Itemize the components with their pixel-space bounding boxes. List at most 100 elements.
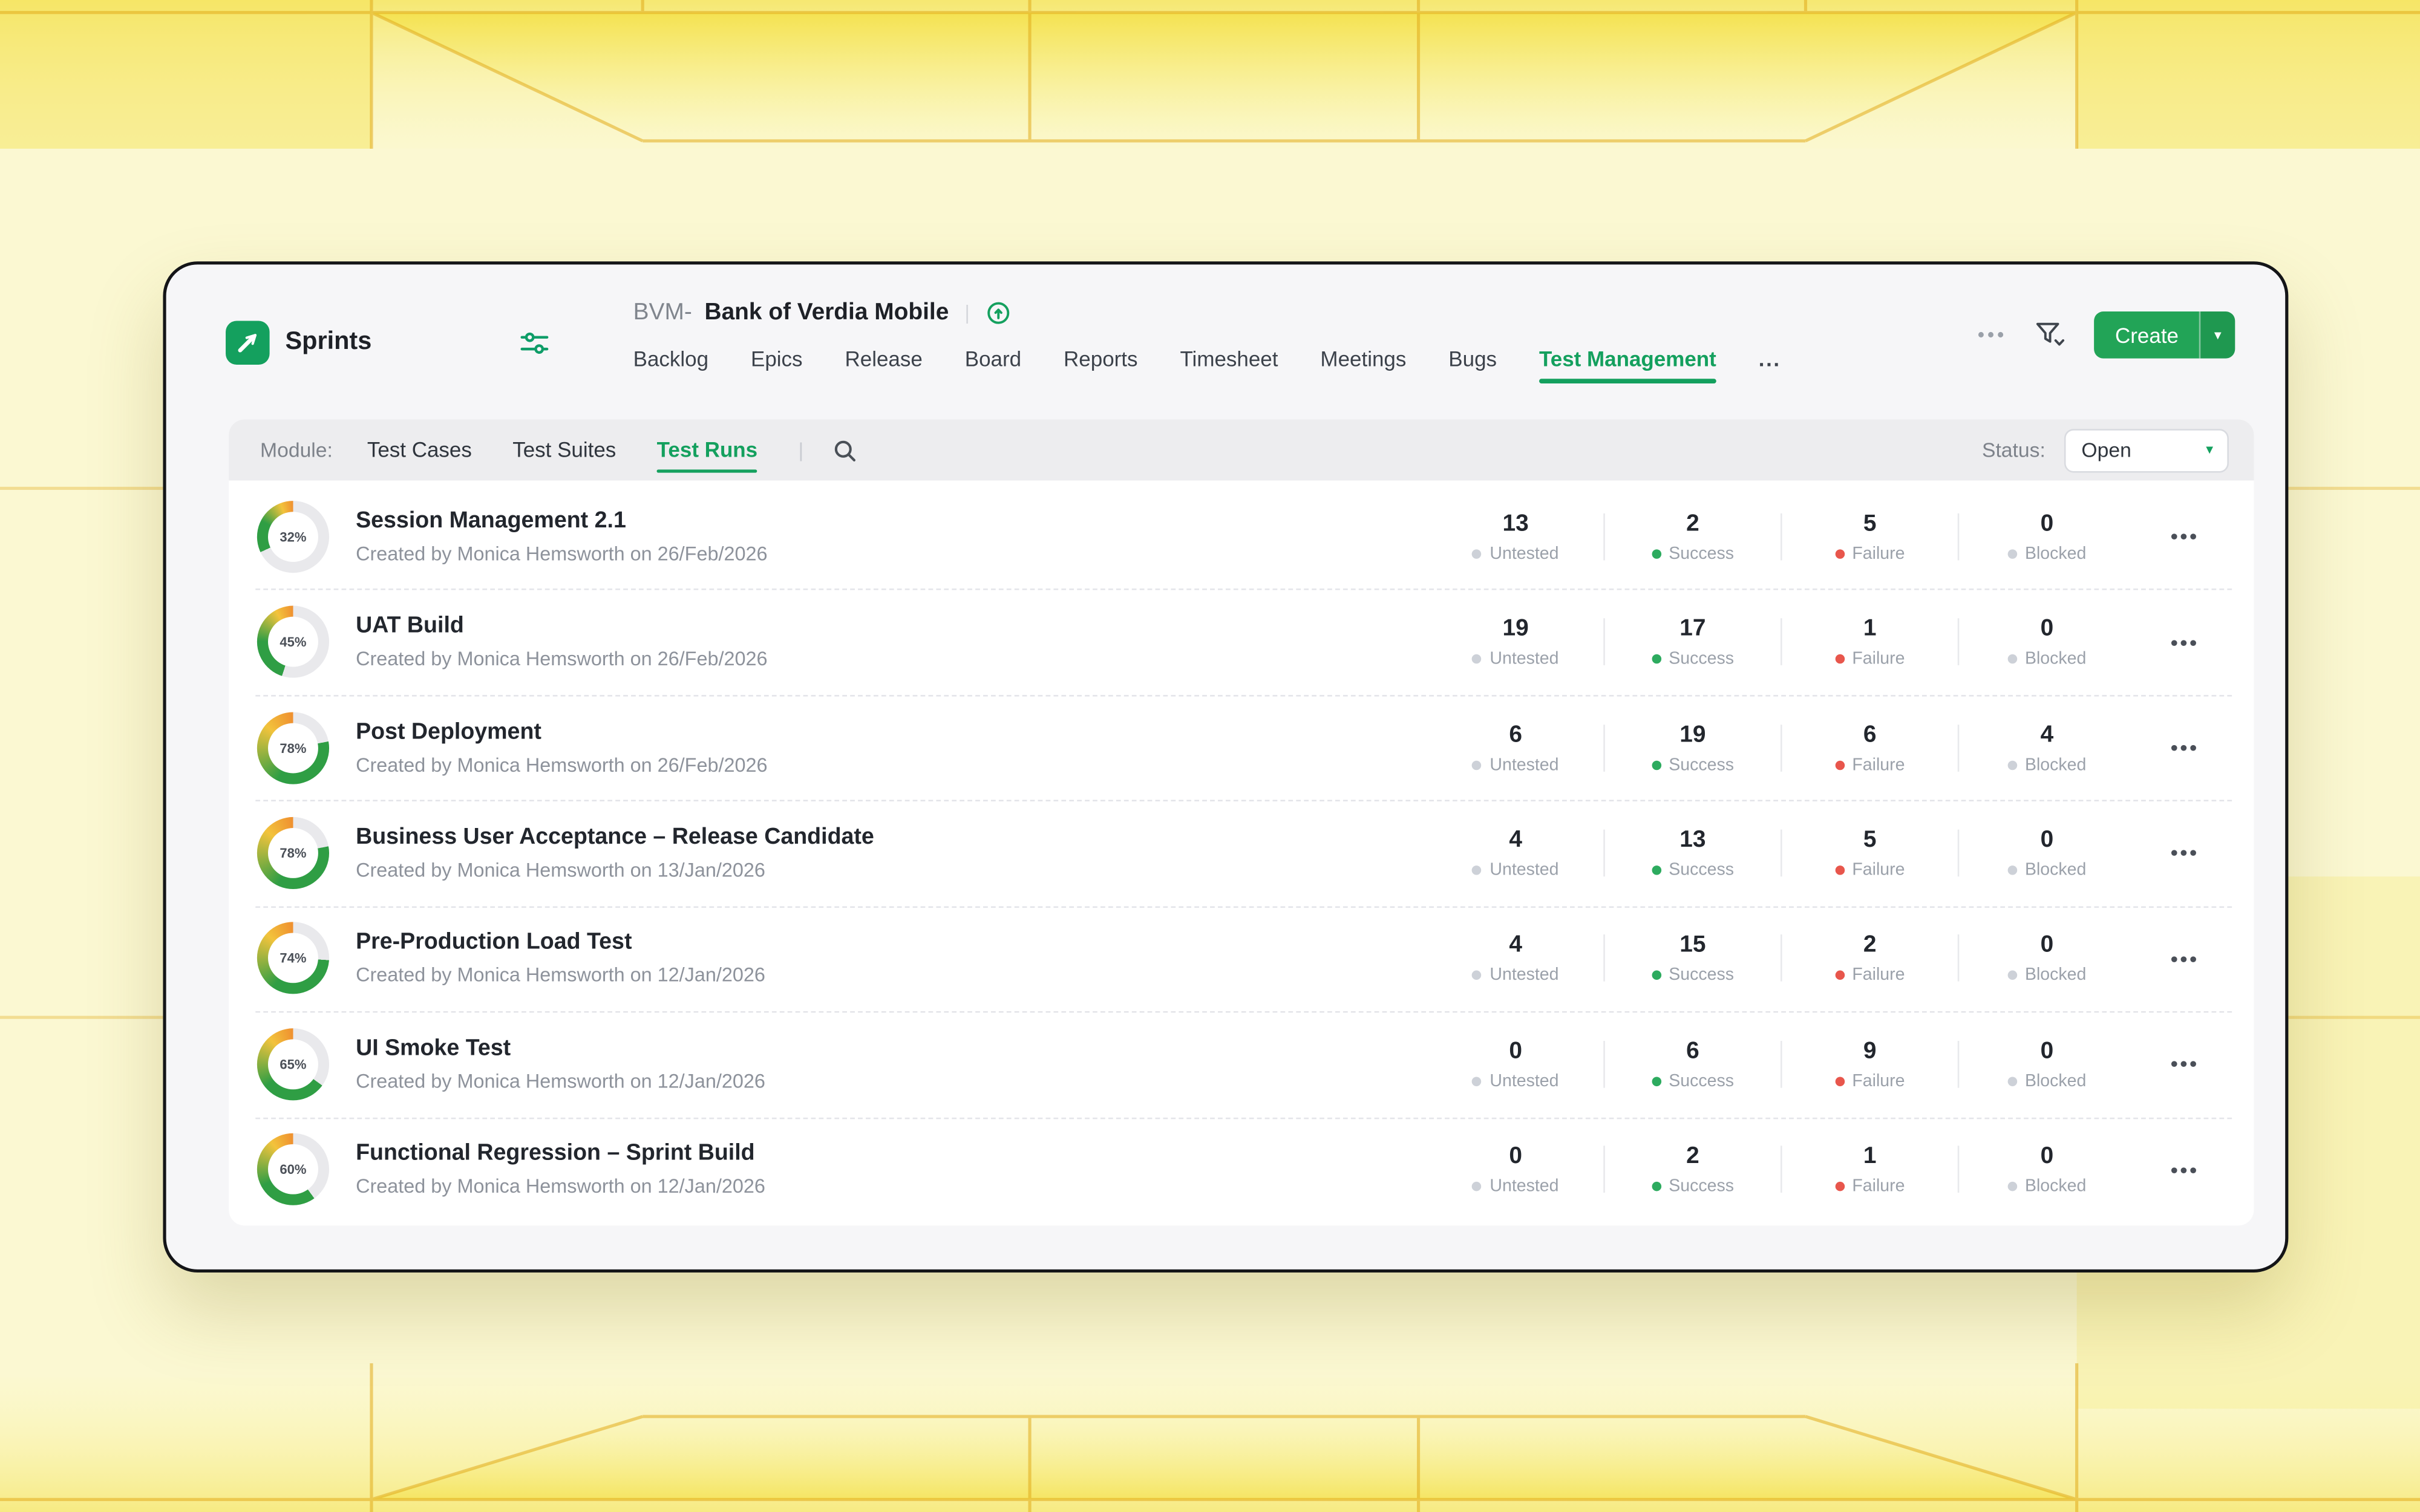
test-run-title[interactable]: UAT Build [356, 614, 767, 639]
test-run-title[interactable]: Post Deployment [356, 719, 767, 744]
untested-count: 19 [1503, 615, 1529, 642]
row-more-button[interactable]: ••• [2160, 947, 2210, 970]
success-label: Success [1669, 755, 1734, 774]
failure-count: 9 [1863, 1037, 1877, 1064]
failure-dot [1835, 654, 1845, 664]
success-dot [1652, 1077, 1661, 1086]
test-run-list: 32% Session Management 2.1 Created by Mo… [229, 481, 2254, 1226]
success-label: Success [1669, 544, 1734, 563]
tab-test-runs[interactable]: Test Runs [657, 438, 757, 462]
stage: Sprints BVM- Bank of Verdia Mobile | [0, 0, 2420, 1512]
untested-label: Untested [1490, 966, 1558, 985]
blocked-dot [2007, 1077, 2017, 1086]
test-run-title[interactable]: Business User Acceptance – Release Candi… [356, 825, 874, 850]
divider [1603, 935, 1605, 982]
untested-count: 4 [1509, 932, 1522, 959]
test-run-title[interactable]: Pre-Production Load Test [356, 930, 765, 955]
nav-item-board[interactable]: Board [965, 348, 1021, 371]
test-run-row: 78% Post Deployment Created by Monica He… [229, 695, 2254, 800]
test-run-row: 74% Pre-Production Load Test Created by … [229, 906, 2254, 1011]
progress-percent: 74% [268, 933, 318, 983]
test-run-title[interactable]: Session Management 2.1 [356, 508, 767, 533]
create-button-label: Create [2095, 311, 2199, 359]
failure-dot [1835, 1182, 1845, 1192]
sprints-logo[interactable] [226, 321, 270, 365]
nav-item-test-management[interactable]: Test Management [1539, 348, 1716, 371]
nav-item-meetings[interactable]: Meetings [1320, 348, 1406, 371]
test-run-stats: 13Untested 2Success 5Failure 0Blocked [1436, 484, 2127, 589]
nav-item-epics[interactable]: Epics [751, 348, 803, 371]
blocked-dot [2007, 654, 2017, 664]
success-dot [1652, 549, 1661, 559]
untested-label: Untested [1490, 650, 1558, 668]
blocked-count: 0 [2041, 932, 2054, 959]
failure-label: Failure [1852, 966, 1905, 985]
success-count: 19 [1679, 721, 1705, 748]
untested-label: Untested [1490, 861, 1558, 879]
success-count: 6 [1686, 1037, 1699, 1064]
success-dot [1652, 865, 1661, 875]
divider [1603, 513, 1605, 560]
untested-dot [1473, 1182, 1482, 1192]
progress-percent: 45% [268, 617, 318, 667]
row-more-button[interactable]: ••• [2160, 1158, 2210, 1181]
panel-toggle-button[interactable] [520, 332, 549, 363]
divider [1958, 830, 1960, 877]
tab-test-cases[interactable]: Test Cases [367, 438, 472, 462]
test-run-row: 45% UAT Build Created by Monica Hemswort… [229, 589, 2254, 694]
failure-dot [1835, 865, 1845, 875]
create-button[interactable]: Create ▾ [2095, 311, 2235, 359]
row-more-button[interactable]: ••• [2160, 841, 2210, 865]
tab-test-suites[interactable]: Test Suites [512, 438, 616, 462]
header-more-icon[interactable]: ••• [1978, 324, 2007, 346]
nav-item-backlog[interactable]: Backlog [633, 348, 708, 371]
progress-percent: 65% [268, 1039, 318, 1089]
project-code: BVM- [633, 299, 692, 325]
nav-item-timesheet[interactable]: Timesheet [1180, 348, 1278, 371]
nav-item-reports[interactable]: Reports [1064, 348, 1137, 371]
blocked-label: Blocked [2025, 755, 2086, 774]
nav-more-icon[interactable]: ... [1759, 348, 1781, 371]
success-dot [1652, 760, 1661, 770]
success-label: Success [1669, 966, 1734, 985]
untested-label: Untested [1490, 1072, 1558, 1090]
test-run-title[interactable]: Functional Regression – Sprint Build [356, 1141, 765, 1166]
blocked-dot [2007, 1182, 2017, 1192]
progress-donut: 78% [257, 711, 329, 783]
search-button[interactable] [832, 437, 857, 462]
divider: | [799, 438, 804, 462]
blocked-dot [2007, 971, 2017, 981]
test-run-title[interactable]: UI Smoke Test [356, 1036, 765, 1061]
create-dropdown-chevron-icon[interactable]: ▾ [2199, 311, 2235, 359]
row-more-button[interactable]: ••• [2160, 630, 2210, 654]
blocked-count: 4 [2041, 721, 2054, 748]
blocked-count: 0 [2041, 615, 2054, 642]
divider [1958, 724, 1960, 771]
row-more-button[interactable]: ••• [2160, 735, 2210, 759]
row-more-button[interactable]: ••• [2160, 1052, 2210, 1076]
success-label: Success [1669, 1072, 1734, 1090]
blocked-label: Blocked [2025, 1178, 2086, 1196]
failure-dot [1835, 971, 1845, 981]
untested-dot [1473, 865, 1482, 875]
progress-percent: 60% [268, 1144, 318, 1194]
divider [1603, 619, 1605, 666]
failure-label: Failure [1852, 544, 1905, 563]
nav-item-release[interactable]: Release [845, 348, 922, 371]
untested-dot [1473, 549, 1482, 559]
failure-label: Failure [1852, 1178, 1905, 1196]
status-chevron-icon: ▾ [2206, 442, 2213, 458]
funnel-icon [2035, 321, 2067, 350]
search-icon [832, 437, 857, 462]
blocked-label: Blocked [2025, 861, 2086, 879]
success-label: Success [1669, 861, 1734, 879]
failure-count: 6 [1863, 721, 1877, 748]
project-info-icon[interactable] [986, 300, 1010, 325]
blocked-label: Blocked [2025, 1072, 2086, 1090]
status-dropdown[interactable]: Open ▾ [2064, 428, 2229, 472]
blocked-count: 0 [2041, 510, 2054, 536]
row-more-button[interactable]: ••• [2160, 525, 2210, 549]
filter-button[interactable] [2035, 321, 2067, 350]
test-run-subtitle: Created by Monica Hemsworth on 12/Jan/20… [356, 1070, 765, 1092]
nav-item-bugs[interactable]: Bugs [1448, 348, 1497, 371]
